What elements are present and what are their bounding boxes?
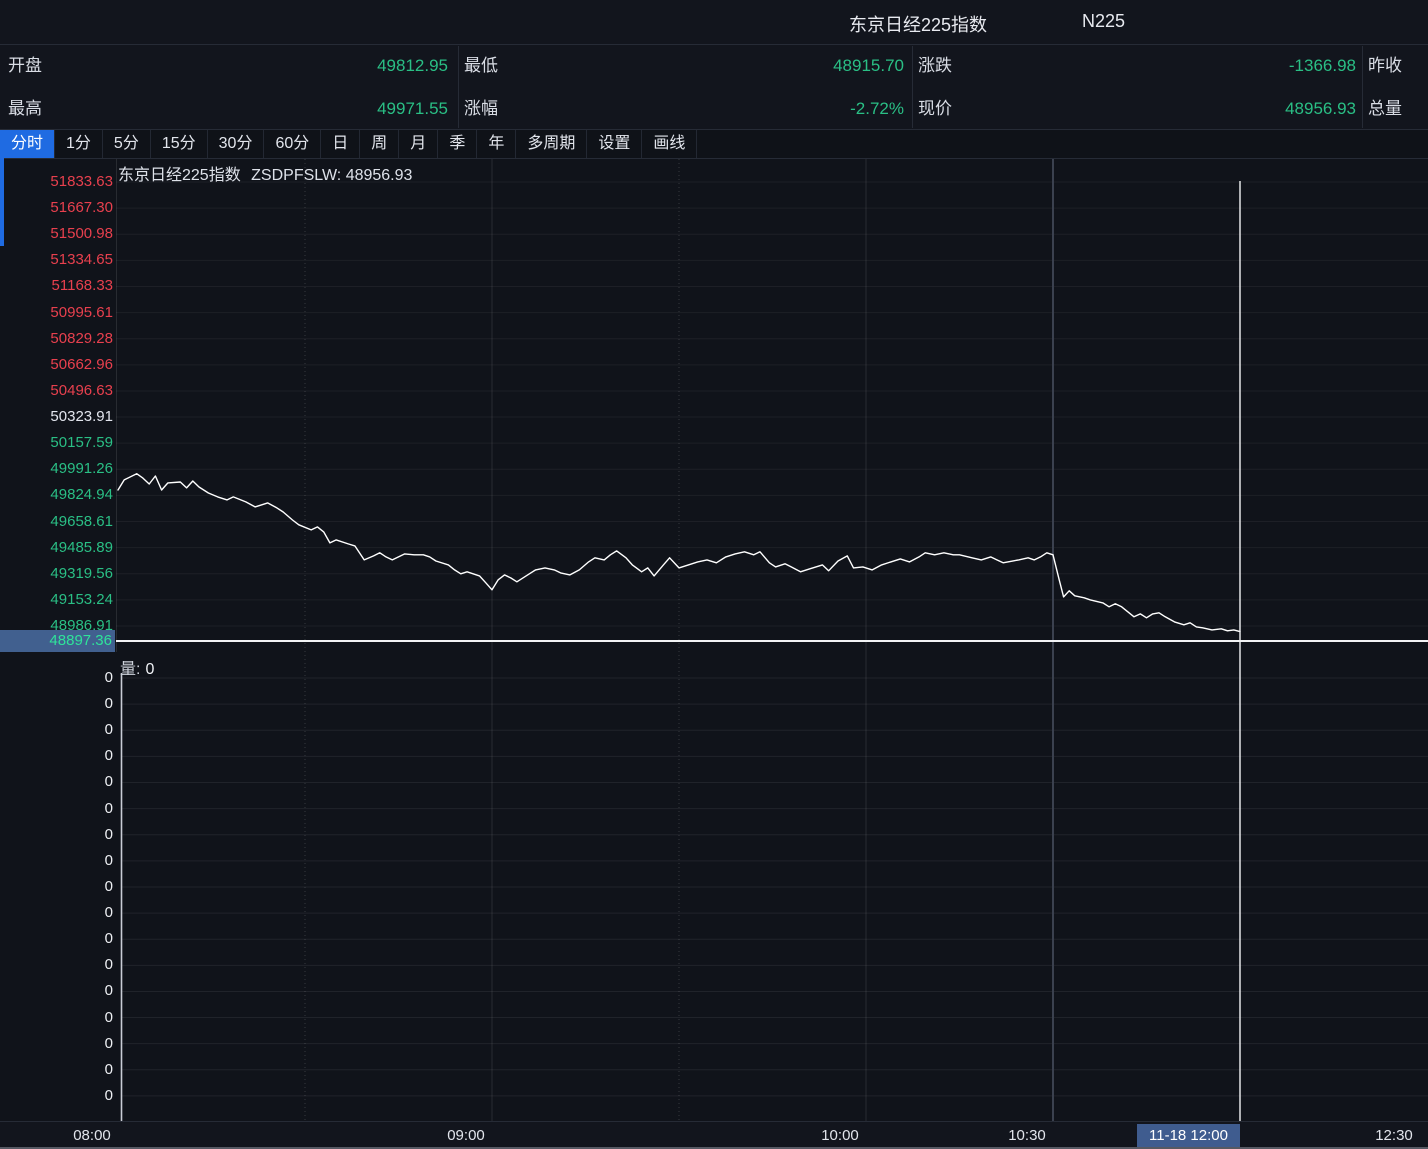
- price-axis-label: 49153.24: [0, 592, 113, 608]
- time-axis-label: 08:00: [52, 1127, 132, 1144]
- last-price-value: 48956.93: [1100, 98, 1356, 120]
- period-tab-4[interactable]: 15分: [151, 130, 208, 158]
- period-tab-1[interactable]: 分时: [0, 130, 55, 158]
- left-panel-scrollbar-fragment[interactable]: [0, 158, 4, 246]
- crosshair-price-badge: 48897.36: [0, 630, 115, 652]
- volume-legend: 量: 0: [120, 655, 154, 679]
- chart-overlay-title: 东京日经225指数 ZSDPFSLW: 48956.93: [118, 161, 412, 185]
- price-axis-label: 49991.26: [0, 461, 113, 477]
- price-axis-label: 49658.61: [0, 514, 113, 530]
- quote-separator: [912, 46, 913, 128]
- period-tab-6[interactable]: 60分: [264, 130, 321, 158]
- high-label: 最高: [8, 98, 42, 120]
- volume-axis-label: 0: [0, 957, 113, 973]
- price-axis-label: 50829.28: [0, 331, 113, 347]
- time-axis-label: 10:00: [800, 1127, 880, 1144]
- time-axis-label: 12:30: [1354, 1127, 1428, 1144]
- period-tab-10[interactable]: 季: [438, 130, 477, 158]
- pct-value: -2.72%: [650, 98, 904, 120]
- price-axis-label: 50662.96: [0, 357, 113, 373]
- prevclose-label: 昨收: [1368, 55, 1402, 77]
- volume-axis-label: 0: [0, 853, 113, 869]
- change-value: -1366.98: [1100, 55, 1356, 77]
- volume-axis-label: 0: [0, 801, 113, 817]
- time-axis-label: 09:00: [426, 1127, 506, 1144]
- header-bar: 东京日经225指数 N225: [0, 0, 1428, 45]
- price-axis-label: 51833.63: [0, 174, 113, 190]
- pct-label: 涨幅: [464, 98, 498, 120]
- volume-axis-label: 0: [0, 670, 113, 686]
- volume-axis-label: 0: [0, 827, 113, 843]
- price-axis-label: 50157.59: [0, 435, 113, 451]
- price-axis-label: 51168.33: [0, 278, 113, 294]
- period-tab-12[interactable]: 多周期: [516, 130, 587, 158]
- price-axis-label: 50323.91: [0, 409, 113, 425]
- time-axis-label: 10:30: [987, 1127, 1067, 1144]
- period-tab-3[interactable]: 5分: [103, 130, 151, 158]
- low-label: 最低: [464, 55, 498, 77]
- volume-axis-label: 0: [0, 1036, 113, 1052]
- period-tab-9[interactable]: 月: [399, 130, 438, 158]
- volume-axis-label: 0: [0, 983, 113, 999]
- high-value: 49971.55: [200, 98, 448, 120]
- period-tab-2[interactable]: 1分: [55, 130, 103, 158]
- volume-axis-label: 0: [0, 1010, 113, 1026]
- period-tab-7[interactable]: 日: [321, 130, 360, 158]
- price-axis-label: 49485.89: [0, 540, 113, 556]
- price-axis-label: 51334.65: [0, 252, 113, 268]
- volume-legend-value: 0: [145, 661, 154, 678]
- price-axis-label: 49824.94: [0, 487, 113, 503]
- period-tab-13[interactable]: 设置: [587, 130, 642, 158]
- chart-overlay-name: 东京日经225指数: [118, 167, 241, 184]
- instrument-title: 东京日经225指数: [849, 11, 987, 37]
- quote-separator: [458, 46, 459, 128]
- volume-axis-label: 0: [0, 905, 113, 921]
- price-axis-label: 50496.63: [0, 383, 113, 399]
- open-value: 49812.95: [200, 55, 448, 77]
- time-axis-bar: 08:00 09:00 10:00 10:30 12:30 11-18 12:00: [0, 1121, 1428, 1149]
- trading-app-window: 东京日经225指数 N225 开盘 49812.95 最低 48915.70 涨…: [0, 0, 1428, 1149]
- open-label: 开盘: [8, 55, 42, 77]
- volume-axis-label: 0: [0, 774, 113, 790]
- volume-axis-label: 0: [0, 879, 113, 895]
- chart-canvas[interactable]: [0, 159, 1428, 1149]
- last-price-label: 现价: [918, 98, 952, 120]
- volume-axis-label: 0: [0, 1062, 113, 1078]
- quote-separator: [1362, 46, 1363, 128]
- period-tab-bar: 分时1分5分15分30分60分日周月季年多周期设置画线: [0, 130, 1428, 159]
- instrument-symbol: N225: [1082, 11, 1125, 32]
- volume-axis-label: 0: [0, 931, 113, 947]
- period-tab-8[interactable]: 周: [360, 130, 399, 158]
- crosshair-time-badge: 11-18 12:00: [1137, 1124, 1240, 1147]
- change-label: 涨跌: [918, 55, 952, 77]
- price-axis-label: 51500.98: [0, 226, 113, 242]
- volume-legend-label: 量:: [120, 661, 140, 678]
- volume-axis-label: 0: [0, 1088, 113, 1104]
- price-axis-label: 49319.56: [0, 566, 113, 582]
- chart-area[interactable]: 东京日经225指数 ZSDPFSLW: 48956.93 51833.63 516…: [0, 159, 1428, 1149]
- period-tab-5[interactable]: 30分: [208, 130, 265, 158]
- volume-axis-label: 0: [0, 696, 113, 712]
- total-volume-label: 总量: [1368, 98, 1402, 120]
- quote-panel: 开盘 49812.95 最低 48915.70 涨跌 -1366.98 昨收 最…: [0, 45, 1428, 130]
- volume-axis-label: 0: [0, 722, 113, 738]
- price-axis-label: 51667.30: [0, 200, 113, 216]
- period-tab-14[interactable]: 画线: [642, 130, 697, 158]
- chart-overlay-quote: ZSDPFSLW: 48956.93: [251, 167, 412, 184]
- volume-axis-label: 0: [0, 748, 113, 764]
- low-value: 48915.70: [650, 55, 904, 77]
- price-axis-label: 50995.61: [0, 305, 113, 321]
- period-tab-11[interactable]: 年: [477, 130, 516, 158]
